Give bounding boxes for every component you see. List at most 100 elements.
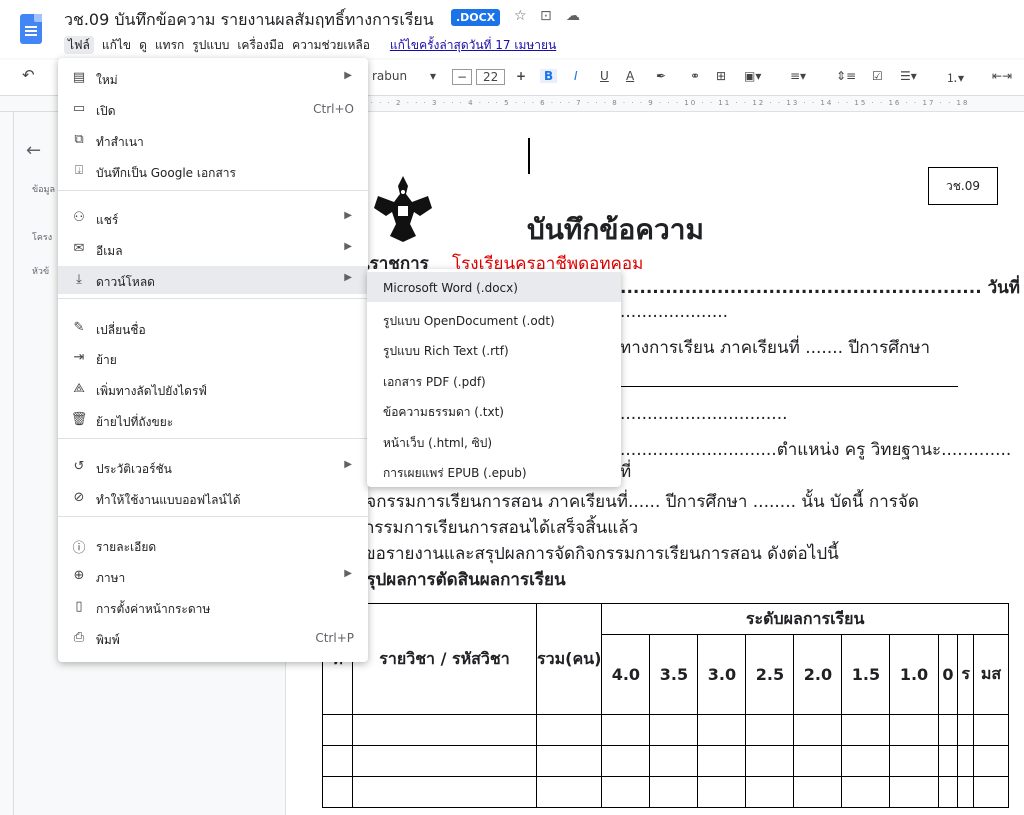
add-shortcut-drive-icon: ⟁ bbox=[73, 381, 85, 396]
menu-insert[interactable]: แทรก bbox=[155, 38, 184, 52]
file-menu-item[interactable]: ✎ เปลี่ยนชื่อ bbox=[58, 314, 368, 342]
indent-icon[interactable]: ⇤⇥ bbox=[992, 69, 1012, 83]
menu-tools[interactable]: เครื่องมือ bbox=[237, 38, 284, 52]
section-heading: สรุปผลการตัดสินผลการเรียน bbox=[356, 570, 566, 590]
open-folder-icon: ▭ bbox=[72, 101, 86, 116]
details-icon: ⓘ bbox=[72, 541, 86, 556]
vertical-ruler[interactable] bbox=[0, 112, 14, 815]
file-menu-item[interactable]: ⓘ รายละเอียด bbox=[58, 531, 368, 559]
cloud-status-icon[interactable]: ☁ bbox=[566, 8, 580, 24]
file-menu-item[interactable]: ⊘ ทำให้ใช้งานแบบออฟไลน์ได้ bbox=[58, 484, 368, 512]
download-format-label: รูปแบบ OpenDocument (.odt) bbox=[383, 313, 555, 328]
submenu-arrow-icon: ▶ bbox=[344, 241, 352, 252]
document-outline: ← ข้อมูล โครง หัวข้ bbox=[14, 112, 64, 815]
download-format-item[interactable]: ข้อความธรรมดา (.txt) bbox=[367, 394, 621, 424]
doc-line: ............................... bbox=[620, 404, 788, 424]
folder-move-icon[interactable]: ⊡ bbox=[540, 8, 552, 24]
col-total-header: รวม(คน) bbox=[535, 603, 603, 715]
file-menu-item-label: ประวัติเวอร์ชัน bbox=[96, 462, 172, 476]
table-row[interactable] bbox=[322, 745, 1009, 777]
back-arrow-icon[interactable]: ← bbox=[26, 140, 41, 161]
file-menu-item[interactable]: ▭ เปิด Ctrl+O bbox=[58, 95, 368, 123]
text-cursor bbox=[528, 138, 530, 174]
font-family-select[interactable]: rabun bbox=[372, 69, 407, 83]
outline-item[interactable]: หัวข้ bbox=[32, 264, 49, 278]
doc-line: ทางการเรียน ภาคเรียนที่ ....... ปีการศึก… bbox=[620, 338, 931, 358]
file-menu-item[interactable]: ⍗ บันทึกเป็น Google เอกสาร bbox=[58, 157, 368, 185]
checklist-icon[interactable]: ☑ bbox=[872, 69, 883, 83]
doc-line: กรรมการเรียนการสอนได้เสร็จสิ้นแล้ว bbox=[364, 518, 639, 538]
file-menu-item-label: ทำให้ใช้งานแบบออฟไลน์ได้ bbox=[96, 493, 241, 507]
file-menu-item[interactable]: ↺ ประวัติเวอร์ชัน ▶ bbox=[58, 453, 368, 481]
line-spacing-icon[interactable]: ⇕≡ bbox=[836, 69, 856, 83]
numbered-list-icon[interactable]: ⒈▾ bbox=[946, 69, 964, 86]
highlight-icon[interactable]: ✒ bbox=[656, 69, 666, 83]
share-icon: ⚇ bbox=[73, 210, 85, 225]
undo-button[interactable]: ↶ bbox=[22, 66, 35, 84]
file-menu-item[interactable]: ⎙ พิมพ์ Ctrl+P bbox=[58, 624, 368, 652]
download-format-label: ข้อความธรรมดา (.txt) bbox=[383, 405, 504, 419]
grade-header: 2.0 bbox=[793, 634, 843, 715]
menu-bar: ไฟล์ แก้ไข ดู แทรก รูปแบบ เครื่องมือ ความช่วยเ… bbox=[64, 36, 564, 55]
menu-file[interactable]: ไฟล์ bbox=[64, 36, 94, 54]
underline-button[interactable]: U bbox=[600, 69, 609, 83]
image-icon[interactable]: ▣▾ bbox=[744, 69, 761, 83]
file-menu-item[interactable]: ⤓ ดาวน์โหลด ▶ bbox=[58, 266, 368, 294]
col-subject-header: รายวิชา / รหัสวิชา bbox=[352, 603, 537, 715]
grade-header: 2.5 bbox=[745, 634, 795, 715]
file-menu-item[interactable]: ⊕ ภาษา ▶ bbox=[58, 562, 368, 590]
italic-button[interactable]: I bbox=[574, 69, 578, 83]
download-format-item[interactable]: เอกสาร PDF (.pdf) bbox=[367, 364, 621, 394]
bold-button[interactable]: B bbox=[540, 69, 558, 83]
docs-logo-icon[interactable] bbox=[20, 14, 42, 44]
table-row[interactable] bbox=[322, 714, 1009, 746]
grade-header: 1.5 bbox=[841, 634, 891, 715]
align-icon[interactable]: ≡▾ bbox=[790, 69, 806, 83]
offline-icon: ⊘ bbox=[73, 490, 85, 505]
move-icon: ⇥ bbox=[73, 350, 85, 365]
file-menu-item-label: อีเมล bbox=[96, 244, 123, 258]
font-size-decrease-button[interactable]: − bbox=[452, 69, 473, 85]
document-title[interactable]: วช.09 บันทึกข้อความ รายงานผลสัมฤทธิ์ทางก… bbox=[64, 8, 434, 33]
chevron-down-icon[interactable]: ▾ bbox=[430, 69, 436, 83]
text-color-button[interactable]: A bbox=[626, 69, 634, 83]
download-format-label: เอกสาร PDF (.pdf) bbox=[383, 374, 486, 389]
file-type-badge: .DOCX bbox=[451, 9, 501, 26]
doc-line: ที่ bbox=[620, 462, 632, 482]
version-history-icon: ↺ bbox=[73, 459, 85, 474]
file-menu-item[interactable]: 🗑 ย้ายไปที่ถังขยะ bbox=[58, 406, 368, 434]
file-menu-item[interactable]: ⚇ แชร์ ▶ bbox=[58, 204, 368, 232]
title-bar: วช.09 บันทึกข้อความ รายงานผลสัมฤทธิ์ทางก… bbox=[0, 0, 1024, 58]
file-menu-item[interactable]: ⇥ ย้าย bbox=[58, 344, 368, 372]
download-format-item[interactable]: Microsoft Word (.docx) bbox=[367, 272, 621, 302]
comment-icon[interactable]: ⊞ bbox=[716, 69, 726, 83]
download-format-label: รูปแบบ Rich Text (.rtf) bbox=[383, 344, 509, 358]
last-edit-link[interactable]: แก้ไขครั้งล่าสุดวันที่ 17 เมษายน bbox=[390, 38, 556, 52]
file-menu-item[interactable]: ▯ การตั้งค่าหน้ากระดาษ bbox=[58, 593, 368, 621]
font-size-increase-button[interactable]: + bbox=[516, 69, 526, 83]
menu-edit[interactable]: แก้ไข bbox=[102, 38, 131, 52]
outline-item[interactable]: โครง bbox=[32, 230, 52, 244]
garuda-emblem-icon bbox=[374, 176, 432, 242]
download-format-item[interactable]: รูปแบบ OpenDocument (.odt) bbox=[367, 303, 621, 333]
link-icon[interactable]: ⚭ bbox=[690, 69, 700, 83]
download-format-item[interactable]: หน้าเว็บ (.html, ซิป) bbox=[367, 425, 621, 455]
file-menu-item[interactable]: ⧉ ทำสำเนา bbox=[58, 126, 368, 154]
bullet-list-icon[interactable]: ☰▾ bbox=[900, 69, 917, 83]
file-menu-item[interactable]: ✉ อีเมล ▶ bbox=[58, 235, 368, 263]
menu-view[interactable]: ดู bbox=[139, 38, 147, 52]
download-format-item[interactable]: การเผยแพร่ EPUB (.epub) bbox=[367, 455, 621, 485]
table-row[interactable] bbox=[322, 776, 1009, 808]
menu-help[interactable]: ความช่วยเหลือ bbox=[292, 38, 370, 52]
file-menu-item[interactable]: ⟁ เพิ่มทางลัดไปยังไดรฟ์ bbox=[58, 375, 368, 403]
grade-group-header: ระดับผลการเรียน bbox=[601, 603, 1009, 635]
shortcut-label: Ctrl+O bbox=[313, 102, 354, 116]
doc-line: ขอรายงานและสรุปผลการจัดกิจกรรมการเรียนกา… bbox=[364, 544, 839, 564]
star-icon[interactable]: ☆ bbox=[514, 8, 527, 24]
doc-number-box: วช.09 bbox=[928, 167, 998, 205]
font-size-input[interactable]: 22 bbox=[476, 69, 506, 85]
download-format-item[interactable]: รูปแบบ Rich Text (.rtf) bbox=[367, 333, 621, 363]
outline-item[interactable]: ข้อมูล bbox=[32, 182, 55, 196]
file-menu-item[interactable]: ▤ ใหม่ ▶ bbox=[58, 64, 368, 92]
menu-format[interactable]: รูปแบบ bbox=[192, 38, 229, 52]
